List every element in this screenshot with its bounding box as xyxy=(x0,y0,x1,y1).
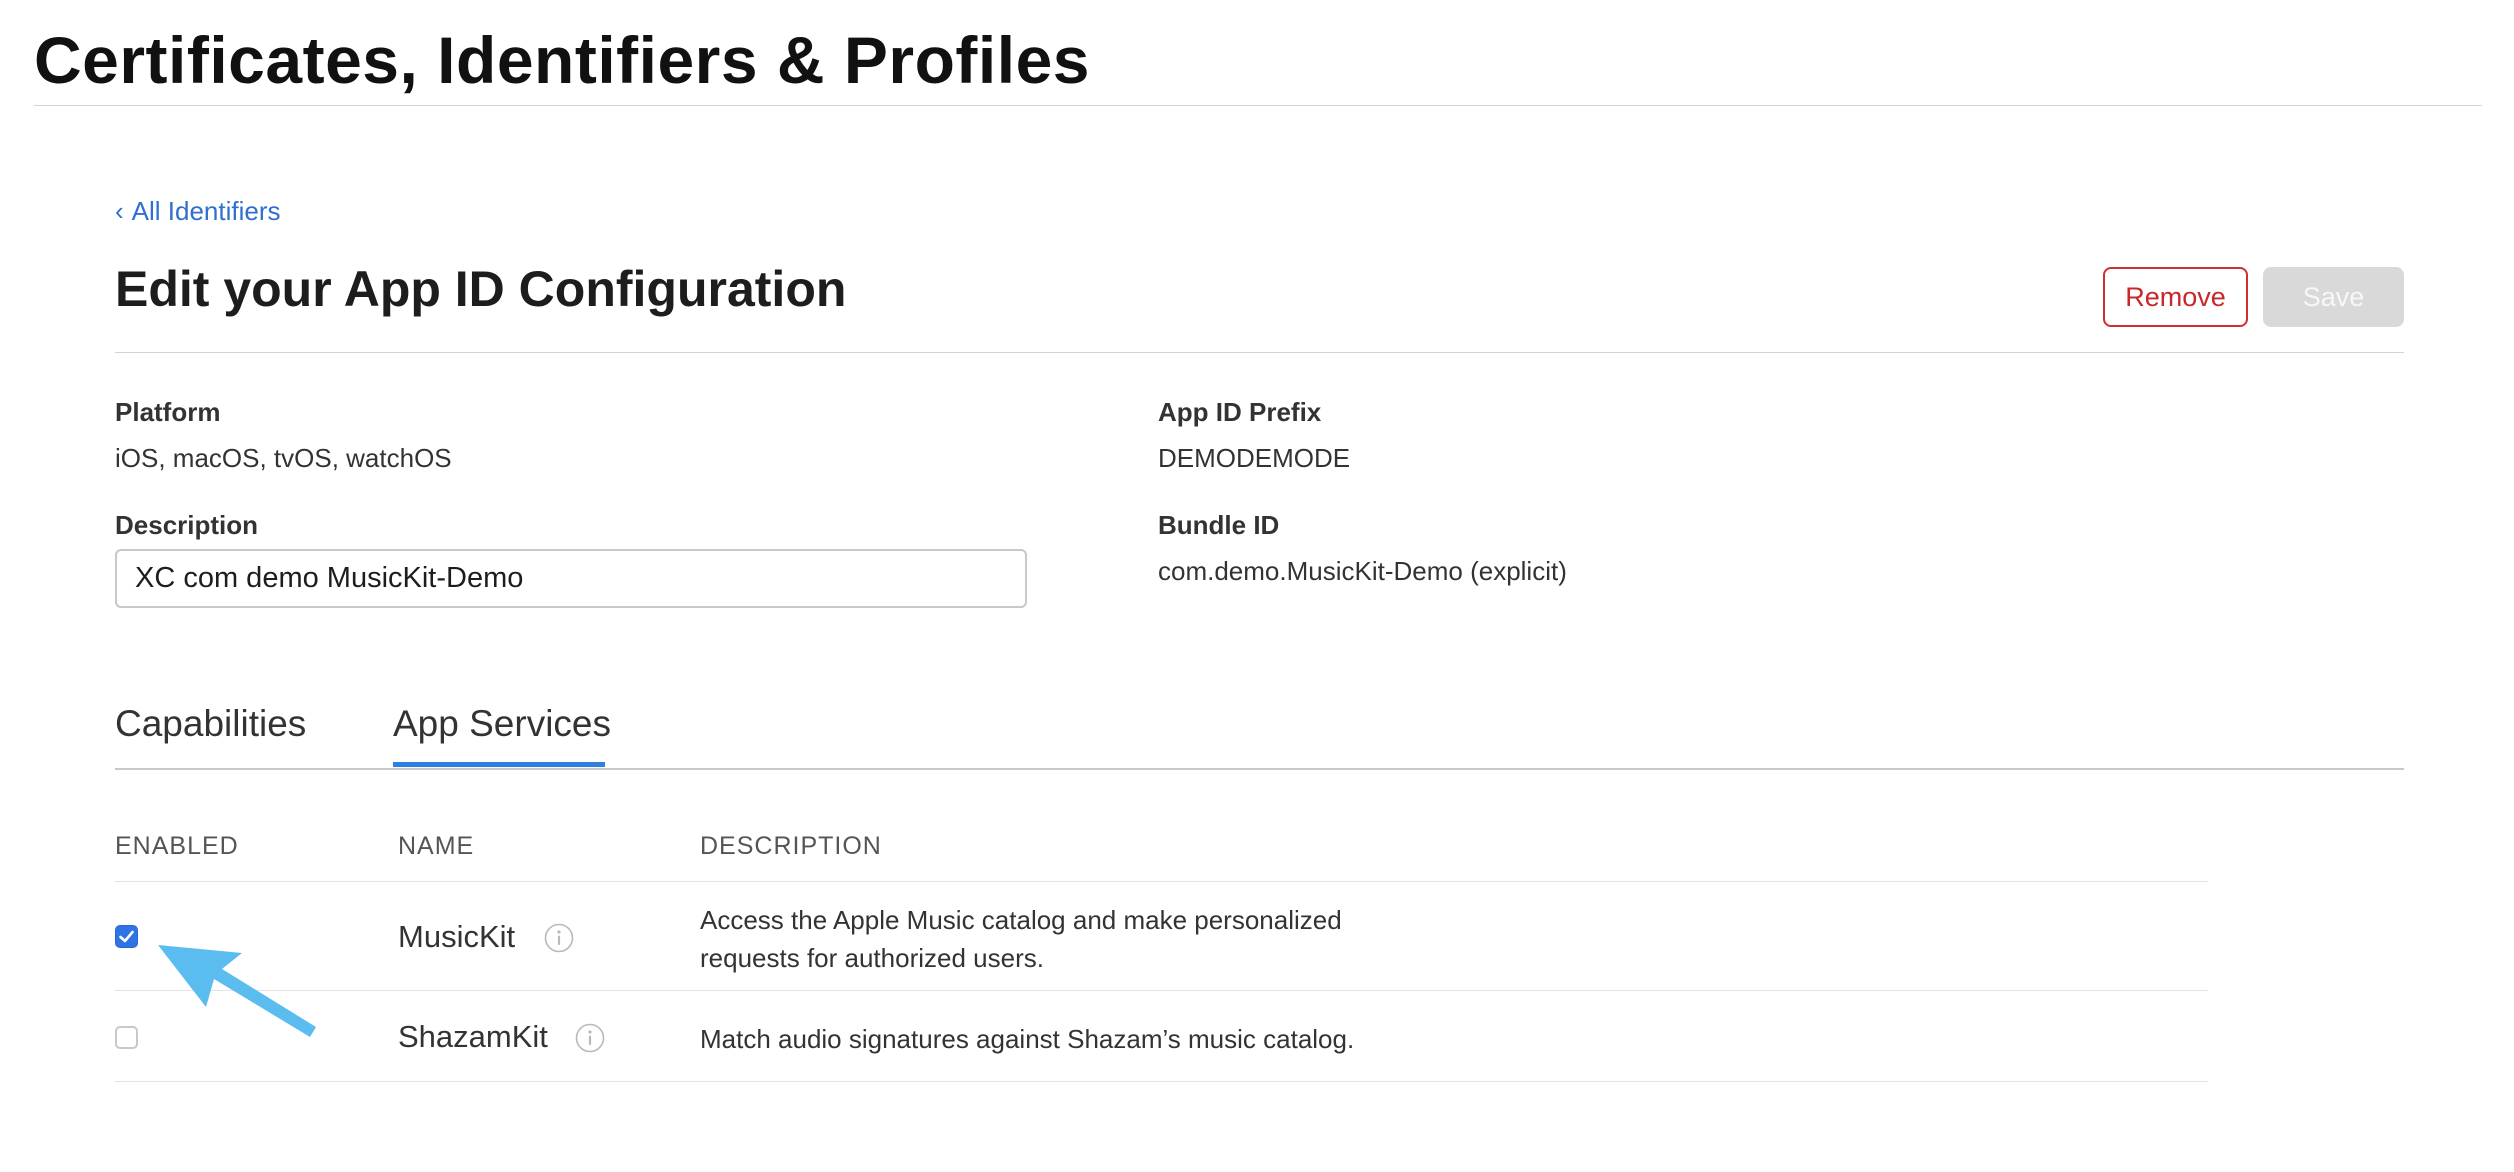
description-input[interactable] xyxy=(115,549,1027,608)
edit-heading: Edit your App ID Configuration xyxy=(115,261,847,317)
description-line: requests for authorized users. xyxy=(700,943,1044,973)
bundle-id-value: com.demo.MusicKit-Demo (explicit) xyxy=(1158,556,1567,586)
bundle-id-label: Bundle ID xyxy=(1158,510,1280,540)
column-header-enabled: ENABLED xyxy=(115,832,239,860)
back-link-label: All Identifiers xyxy=(131,196,281,226)
musickit-enabled-checkbox[interactable] xyxy=(115,925,138,948)
service-description-musickit: Access the Apple Music catalog and make … xyxy=(700,901,1342,977)
platform-value: iOS, macOS, tvOS, watchOS xyxy=(115,443,452,473)
info-icon[interactable] xyxy=(544,923,574,953)
row-divider xyxy=(115,1081,2208,1082)
service-name-shazamkit: ShazamKit xyxy=(398,1019,548,1054)
header-divider xyxy=(115,352,2404,353)
back-link-all-identifiers[interactable]: ‹ All Identifiers xyxy=(115,196,281,227)
tabs-divider xyxy=(115,768,2404,770)
platform-label: Platform xyxy=(115,397,221,427)
save-button[interactable]: Save xyxy=(2263,267,2404,327)
column-header-name: NAME xyxy=(398,832,475,860)
active-tab-indicator xyxy=(393,762,605,767)
description-line: Access the Apple Music catalog and make … xyxy=(700,905,1342,935)
column-header-description: DESCRIPTION xyxy=(700,832,882,860)
description-label: Description xyxy=(115,510,259,540)
description-line: Match audio signatures against Shazam’s … xyxy=(700,1024,1355,1054)
title-divider xyxy=(34,105,2482,106)
app-id-prefix-label: App ID Prefix xyxy=(1158,397,1322,427)
remove-button[interactable]: Remove xyxy=(2103,267,2248,327)
tab-capabilities[interactable]: Capabilities xyxy=(115,703,306,745)
page-title: Certificates, Identifiers & Profiles xyxy=(34,23,1090,97)
app-id-prefix-value: DEMODEMODE xyxy=(1158,443,1351,473)
info-icon[interactable] xyxy=(575,1023,605,1053)
chevron-left-icon: ‹ xyxy=(115,196,124,226)
checkmark-icon xyxy=(119,930,134,943)
service-name-musickit: MusicKit xyxy=(398,919,516,954)
shazamkit-enabled-checkbox[interactable] xyxy=(115,1026,138,1049)
row-divider xyxy=(115,990,2208,991)
service-description-shazamkit: Match audio signatures against Shazam’s … xyxy=(700,1020,1354,1058)
tab-app-services[interactable]: App Services xyxy=(393,703,611,745)
arrow-pointer-icon xyxy=(158,945,316,1037)
table-header-divider xyxy=(115,881,2208,882)
